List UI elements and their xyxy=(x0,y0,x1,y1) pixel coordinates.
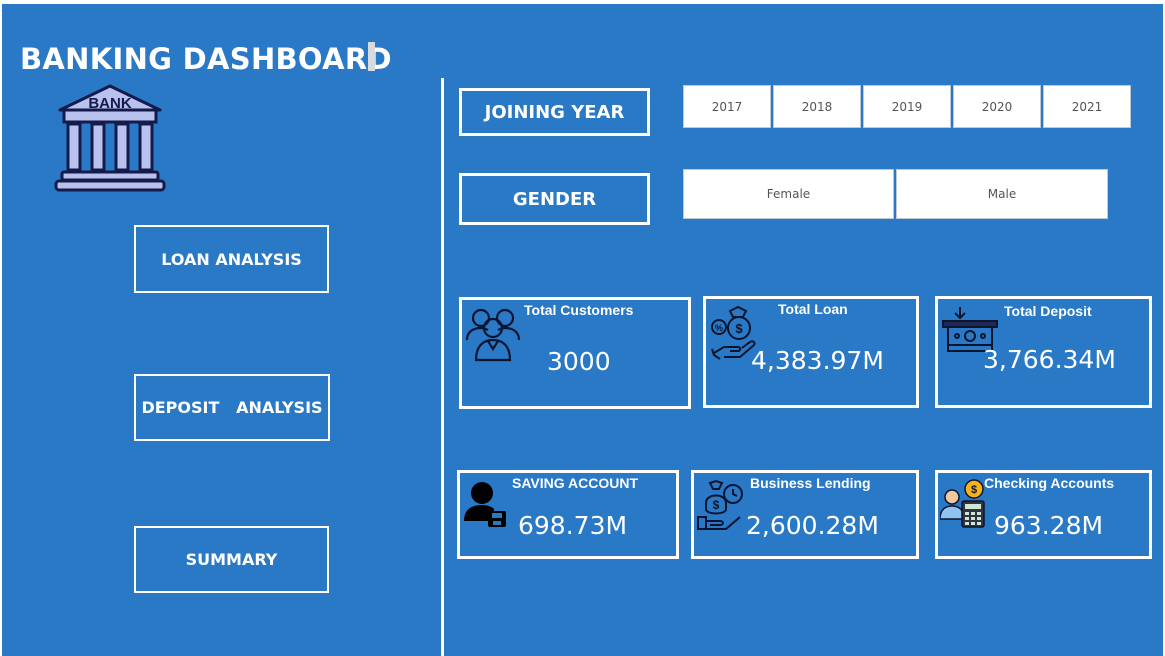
total-customers-card: Total Customers 3000 xyxy=(459,297,691,409)
business-lending-title: Business Lending xyxy=(750,475,871,491)
total-loan-value: 4,383.97M xyxy=(751,346,884,375)
svg-text:%: % xyxy=(715,323,723,333)
summary-button[interactable]: SUMMARY xyxy=(134,526,329,593)
total-customers-value: 3000 xyxy=(547,347,611,376)
gender-slicer: Female Male xyxy=(683,169,1108,219)
bank-icon: BANK xyxy=(54,84,166,192)
text-cursor xyxy=(368,42,375,71)
saving-account-title: SAVING ACCOUNT xyxy=(512,475,638,491)
gender-option-male[interactable]: Male xyxy=(896,169,1108,219)
year-option-2018[interactable]: 2018 xyxy=(773,85,861,128)
business-lending-value: 2,600.28M xyxy=(746,511,879,540)
vertical-divider xyxy=(441,78,444,656)
year-option-2020[interactable]: 2020 xyxy=(953,85,1041,128)
logo-text: BANK xyxy=(88,95,131,112)
page-title: BANKING DASHBOARD xyxy=(20,42,392,76)
dashboard-canvas: BANKING DASHBOARD BANK LOAN ANALYSIS DEP… xyxy=(2,4,1163,656)
business-lending-icon: $ xyxy=(697,479,743,530)
year-option-2019[interactable]: 2019 xyxy=(863,85,951,128)
joining-year-label: JOINING YEAR xyxy=(459,88,650,136)
total-deposit-title: Total Deposit xyxy=(1004,303,1092,319)
total-deposit-card: Total Deposit 3,766.34M xyxy=(935,296,1152,408)
year-option-2017[interactable]: 2017 xyxy=(683,85,771,128)
loan-analysis-button[interactable]: LOAN ANALYSIS xyxy=(134,225,329,293)
total-customers-title: Total Customers xyxy=(524,302,634,318)
year-option-2021[interactable]: 2021 xyxy=(1043,85,1131,128)
saving-account-card: SAVING ACCOUNT 698.73M xyxy=(457,470,679,559)
svg-text:$: $ xyxy=(971,484,977,496)
deposit-analysis-button[interactable]: DEPOSIT ANALYSIS xyxy=(134,374,330,441)
customers-icon xyxy=(465,308,521,362)
business-lending-card: $ Business Lending 2,600.28M xyxy=(691,470,919,559)
checking-accounts-card: $ Checking Accounts 963.28M xyxy=(935,470,1152,559)
svg-text:$: $ xyxy=(713,498,720,512)
joining-year-slicer: 2017 2018 2019 2020 2021 xyxy=(683,85,1131,128)
checking-accounts-value: 963.28M xyxy=(994,511,1104,540)
saving-account-icon xyxy=(464,482,506,527)
checking-accounts-title: Checking Accounts xyxy=(984,475,1115,491)
checking-accounts-icon: $ xyxy=(940,479,985,528)
svg-text:$: $ xyxy=(735,321,743,336)
gender-label: GENDER xyxy=(459,173,650,225)
gender-option-female[interactable]: Female xyxy=(683,169,894,219)
total-loan-card: $ % Total Loan 4,383.97M xyxy=(703,296,919,408)
saving-account-value: 698.73M xyxy=(518,511,628,540)
total-loan-title: Total Loan xyxy=(778,301,848,317)
total-deposit-value: 3,766.34M xyxy=(983,345,1116,374)
